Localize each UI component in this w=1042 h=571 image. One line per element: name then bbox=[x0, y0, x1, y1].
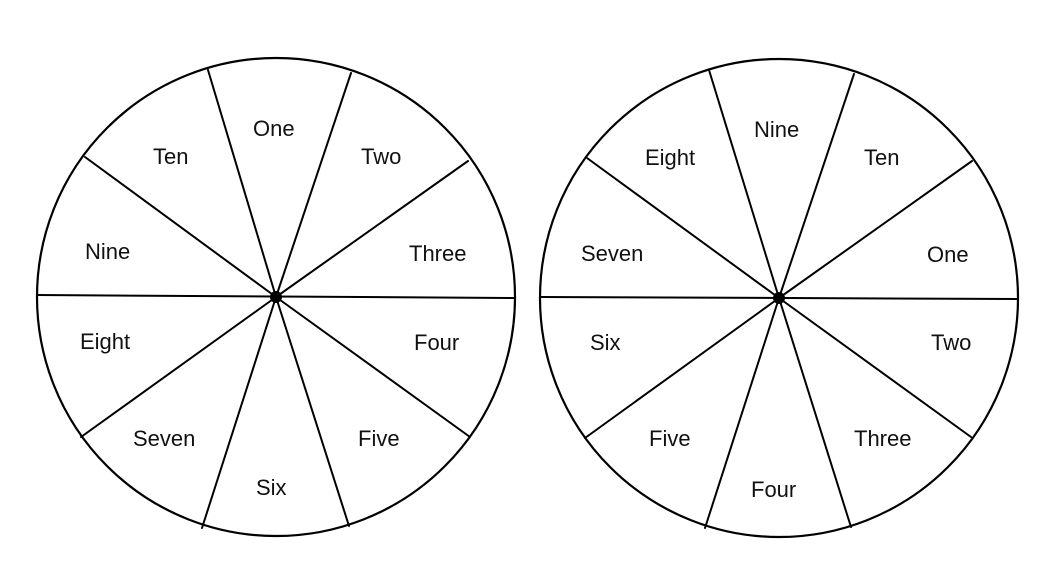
sector-label: One bbox=[927, 242, 969, 267]
sector-label: Five bbox=[649, 426, 691, 451]
sector-label: Ten bbox=[864, 145, 899, 170]
sector-label: Four bbox=[414, 330, 459, 355]
sector-label: Two bbox=[361, 144, 401, 169]
right-wheel-hub bbox=[773, 292, 785, 304]
sector-label: Eight bbox=[80, 329, 130, 354]
sector-label: Five bbox=[358, 426, 400, 451]
sector-label: Eight bbox=[645, 145, 695, 170]
sector-label: Seven bbox=[581, 241, 643, 266]
sector-label: Three bbox=[854, 426, 911, 451]
number-wheels-diagram: One Two Three Four Five Six Seven Eight … bbox=[35, 56, 1020, 539]
sector-label: Nine bbox=[754, 117, 799, 142]
sector-label: Nine bbox=[85, 239, 130, 264]
left-wheel-hub bbox=[270, 291, 282, 303]
sector-label: Ten bbox=[153, 144, 188, 169]
right-wheel: Nine Ten One Two Three Four Five Six Sev… bbox=[538, 57, 1020, 539]
sector-label: Six bbox=[256, 475, 287, 500]
sector-label: One bbox=[253, 116, 295, 141]
left-wheel: One Two Three Four Five Six Seven Eight … bbox=[35, 56, 517, 538]
sector-label: Three bbox=[409, 241, 466, 266]
sector-label: Four bbox=[751, 477, 796, 502]
sector-label: Six bbox=[590, 330, 621, 355]
sector-label: Seven bbox=[133, 426, 195, 451]
sector-label: Two bbox=[931, 330, 971, 355]
